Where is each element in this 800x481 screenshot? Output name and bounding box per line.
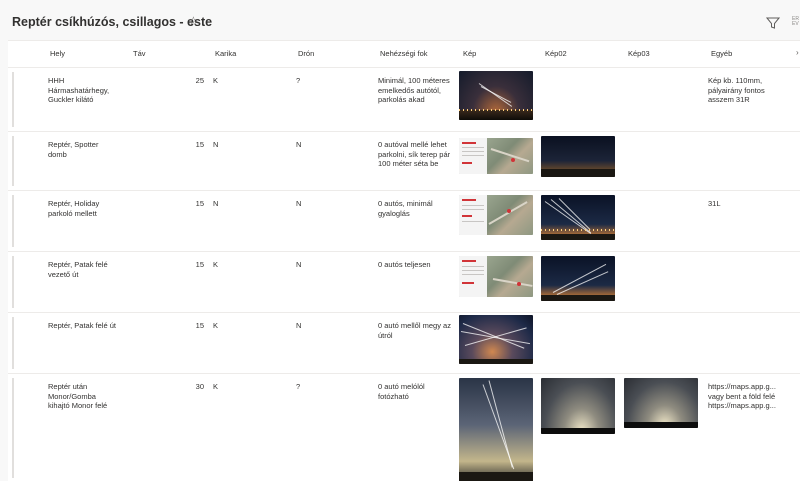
cell-egyeb: 31L [708, 199, 721, 208]
cell-egyeb: https://maps.app.g... vagy bent a föld f… [708, 382, 782, 411]
column-header-hely[interactable]: Hely [50, 49, 65, 58]
cell-karika: K [213, 76, 219, 85]
photo-thumbnail[interactable] [541, 195, 615, 240]
table-row[interactable]: Reptér, Patak felé út 15 K N 0 autó mell… [8, 313, 800, 374]
cell-dron: N [296, 260, 302, 269]
cell-dron: N [296, 140, 302, 149]
list-header-bar: Reptér csíkhúzós, csillagos - este ☆ ER … [0, 0, 800, 40]
cell-karika: K [213, 382, 219, 391]
table-row[interactable]: Reptér után Monor/Gomba kihajtó Monor fe… [8, 374, 800, 481]
cell-karika: K [213, 260, 219, 269]
map-thumbnail[interactable] [459, 138, 533, 174]
filter-icon[interactable] [766, 16, 780, 30]
cell-nehezseg: 0 autós teljesen [378, 260, 431, 269]
photo-thumbnail[interactable] [541, 378, 615, 434]
cell-tav: 15 [195, 260, 204, 269]
column-header-tav[interactable]: Táv [133, 49, 146, 58]
cell-nehezseg: 0 autó melólól fotózható [378, 382, 425, 401]
photo-thumbnail[interactable] [624, 378, 698, 428]
map-thumbnail[interactable] [459, 195, 533, 235]
row-selector[interactable] [12, 195, 14, 247]
cell-dron: ? [296, 76, 301, 85]
cell-tav: 25 [195, 76, 204, 85]
row-selector[interactable] [12, 72, 14, 127]
column-header-kep[interactable]: Kép [463, 49, 476, 58]
command-overflow[interactable]: ER EV [792, 17, 799, 27]
link-text[interactable]: https://maps.app.g... [708, 401, 782, 411]
table-row[interactable]: Reptér, Holiday parkoló mellett 15 N N 0… [8, 191, 800, 252]
cell-hely: Reptér után Monor/Gomba kihajtó Monor fe… [48, 382, 108, 410]
row-selector[interactable] [12, 136, 14, 186]
column-header-kep03[interactable]: Kép03 [628, 49, 650, 58]
row-selector[interactable] [12, 378, 14, 478]
cell-karika: N [213, 199, 219, 208]
cell-tav: 15 [195, 199, 204, 208]
list-view: Hely Táv Karika Drón Nehézségi fok Kép K… [8, 40, 800, 481]
cell-karika: K [213, 321, 219, 330]
cell-dron: N [296, 199, 302, 208]
cell-hely: Reptér, Holiday parkoló mellett [48, 199, 100, 218]
photo-thumbnail[interactable] [541, 256, 615, 301]
column-header-karika[interactable]: Karika [215, 49, 236, 58]
photo-thumbnail[interactable] [541, 136, 615, 177]
photo-thumbnail[interactable] [459, 315, 533, 364]
map-thumbnail[interactable] [459, 256, 533, 297]
star-icon[interactable]: ☆ [188, 14, 199, 28]
link-text[interactable]: https://maps.app.g... [708, 382, 782, 392]
cell-nehezseg: 0 autós, minimál gyaloglás [378, 199, 433, 218]
cell-egyeb: Kép kb. 110mm, pályairány fontos asszem … [708, 76, 765, 104]
photo-thumbnail[interactable] [459, 378, 533, 481]
page-title: Reptér csíkhúzós, csillagos - este [12, 15, 213, 29]
column-header-dron[interactable]: Drón [298, 49, 314, 58]
cell-nehezseg: 0 autó mellől megy az útról [378, 321, 451, 340]
cell-karika: N [213, 140, 219, 149]
column-header-egyeb[interactable]: Egyéb [711, 49, 732, 58]
cell-tav: 30 [195, 382, 204, 391]
row-selector[interactable] [12, 317, 14, 369]
table-row[interactable]: Reptér, Patak felé vezető út 15 K N 0 au… [8, 252, 800, 313]
cell-hely: HHH Hármashatárhegy, Guckler kilátó [48, 76, 110, 104]
column-header-row: Hely Táv Karika Drón Nehézségi fok Kép K… [8, 41, 800, 68]
cell-nehezseg: Minimál, 100 méteres emelkedős autótól, … [378, 76, 450, 104]
cell-hely: Reptér, Patak felé út [48, 321, 116, 330]
chevron-right-icon[interactable]: › [796, 48, 799, 57]
column-header-nehezseg[interactable]: Nehézségi fok [380, 49, 428, 58]
cell-tav: 15 [195, 140, 204, 149]
cell-nehezseg: 0 autóval mellé lehet parkolni, sík tere… [378, 140, 451, 168]
cell-hely: Reptér, Spotter domb [48, 140, 99, 159]
cell-tav: 15 [195, 321, 204, 330]
column-header-kep02[interactable]: Kép02 [545, 49, 567, 58]
cell-hely: Reptér, Patak felé vezető út [48, 260, 108, 279]
note-text: vagy bent a föld felé [708, 391, 776, 401]
table-row[interactable]: HHH Hármashatárhegy, Guckler kilátó 25 K… [8, 68, 800, 132]
photo-thumbnail[interactable] [459, 71, 533, 120]
cell-dron: N [296, 321, 302, 330]
table-row[interactable]: Reptér, Spotter domb 15 N N 0 autóval me… [8, 132, 800, 191]
row-selector[interactable] [12, 256, 14, 308]
cell-dron: ? [296, 382, 301, 391]
